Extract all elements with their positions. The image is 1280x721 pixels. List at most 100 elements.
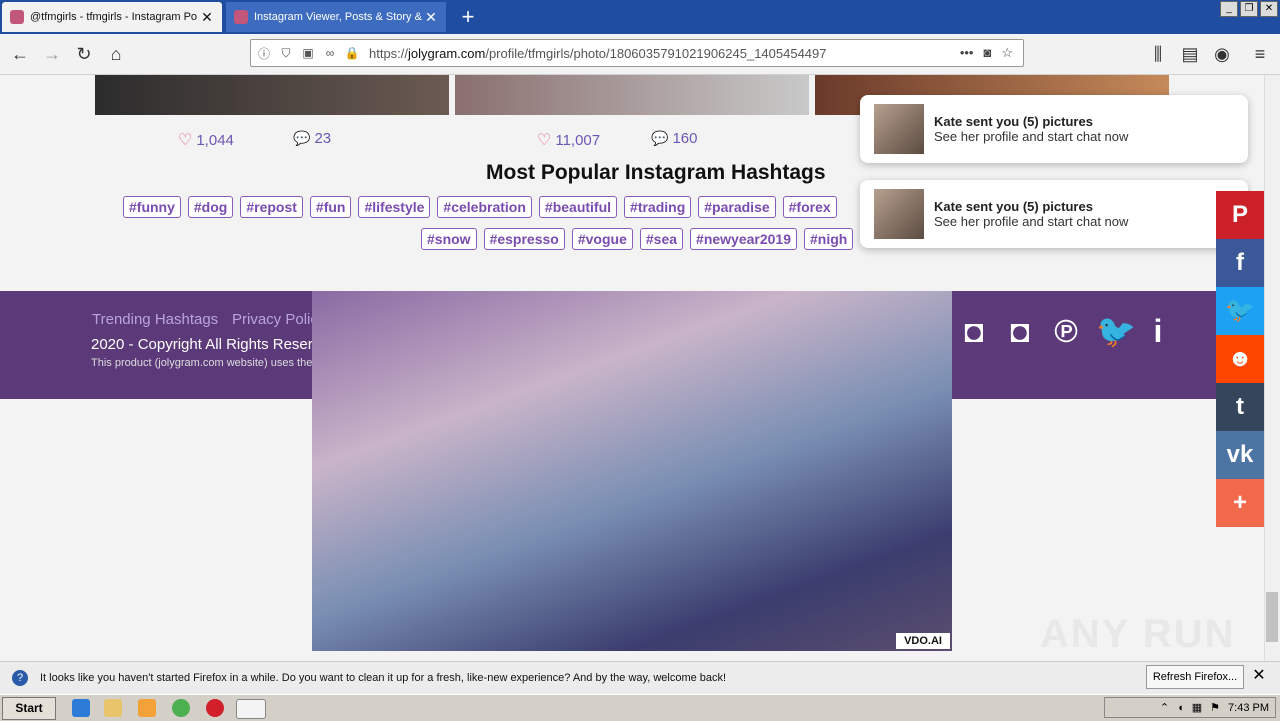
close-tab-icon[interactable]: ✕ bbox=[424, 9, 438, 26]
notification-title: Kate sent you (5) pictures bbox=[934, 114, 1093, 129]
post-thumbnail[interactable] bbox=[455, 75, 809, 115]
permissions-icon[interactable]: ▣ bbox=[299, 46, 317, 60]
instagram-favicon-icon bbox=[10, 10, 24, 24]
hashtag-link[interactable]: #funny bbox=[123, 196, 181, 218]
vk-icon: vk bbox=[1226, 441, 1254, 468]
link-icon[interactable]: ∞ bbox=[321, 46, 339, 60]
hashtag-link[interactable]: #lifestyle bbox=[358, 196, 431, 218]
system-tray: ⌃ ◖ ▦ ⚑ 7:43 PM bbox=[1104, 697, 1276, 718]
instagram-icon[interactable]: ◘ bbox=[958, 315, 990, 347]
close-window-icon[interactable]: ✕ bbox=[1260, 1, 1278, 17]
new-tab-button[interactable]: + bbox=[455, 4, 481, 30]
info-icon[interactable]: ⓘ bbox=[255, 45, 273, 62]
notification-message: It looks like you haven't started Firefo… bbox=[40, 672, 727, 684]
back-icon[interactable]: ← bbox=[8, 42, 32, 66]
scrollbar-thumb[interactable] bbox=[1266, 592, 1278, 642]
sidebar-icon[interactable]: ▤ bbox=[1178, 42, 1202, 66]
shield-icon[interactable]: ⛉ bbox=[277, 46, 295, 61]
folder-icon[interactable] bbox=[104, 699, 122, 717]
refresh-firefox-button[interactable]: Refresh Firefox... bbox=[1146, 665, 1244, 689]
hashtag-link[interactable]: #nigh bbox=[804, 228, 854, 250]
info-icon[interactable]: i bbox=[1142, 315, 1174, 347]
close-icon[interactable]: ✕ bbox=[1250, 665, 1268, 687]
hashtag-link[interactable]: #snow bbox=[421, 228, 477, 250]
hashtag-link[interactable]: #beautiful bbox=[538, 196, 618, 218]
hashtag-link[interactable]: #sea bbox=[639, 228, 684, 250]
tray-expand-icon[interactable]: ⌃ bbox=[1160, 701, 1169, 714]
chat-notification[interactable]: Kate sent you (5) pictures See her profi… bbox=[860, 180, 1248, 248]
hashtag-link[interactable]: #paradise bbox=[698, 196, 776, 218]
close-tab-icon[interactable]: ✕ bbox=[200, 9, 214, 26]
flag-icon[interactable]: ⚑ bbox=[1210, 701, 1220, 714]
share-facebook-button[interactable]: f bbox=[1216, 239, 1264, 287]
minimize-icon[interactable]: _ bbox=[1220, 1, 1238, 17]
hashtag-link[interactable]: #dog bbox=[187, 196, 234, 218]
url-domain: jolygram.com bbox=[408, 45, 486, 61]
video-ad[interactable]: VDO.AI bbox=[312, 291, 952, 651]
share-pinterest-button[interactable]: P bbox=[1216, 191, 1264, 239]
likes-count: 1,044 bbox=[196, 131, 234, 149]
notification-text: See her profile and start chat now bbox=[934, 214, 1129, 229]
chat-notification[interactable]: Kate sent you (5) pictures See her profi… bbox=[860, 95, 1248, 163]
tab-instagram-viewer[interactable]: Instagram Viewer, Posts & Story & ✕ bbox=[226, 2, 446, 32]
hashtag-link[interactable]: #trading bbox=[624, 196, 692, 218]
instagram-icon[interactable]: ◘ bbox=[1004, 315, 1036, 347]
chrome-icon[interactable] bbox=[172, 699, 190, 717]
pinterest-icon: P bbox=[1231, 201, 1248, 228]
network-icon[interactable]: ▦ bbox=[1192, 701, 1202, 714]
tab-tfmgirls[interactable]: @tfmgirls - tfmgirls - Instagram Po ✕ bbox=[2, 2, 222, 32]
instagram-favicon-icon bbox=[234, 10, 248, 24]
reload-icon[interactable]: ↻ bbox=[72, 42, 96, 66]
pinterest-icon[interactable]: ℗ bbox=[1050, 315, 1082, 347]
hashtags-title: Most Popular Instagram Hashtags bbox=[486, 161, 826, 184]
volume-icon[interactable]: ◖ bbox=[1177, 702, 1184, 714]
firefox-taskbar-icon[interactable] bbox=[236, 699, 266, 719]
url-text: https://jolygram.com/profile/tfmgirls/ph… bbox=[369, 46, 960, 61]
opera-icon[interactable] bbox=[206, 699, 224, 717]
pocket-icon[interactable]: ◙ bbox=[983, 45, 991, 61]
bookmark-star-icon[interactable]: ☆ bbox=[1001, 45, 1013, 61]
hashtag-link[interactable]: #newyear2019 bbox=[690, 228, 797, 250]
heart-icon: ♡ bbox=[537, 132, 552, 149]
tumblr-icon: t bbox=[1236, 393, 1244, 420]
share-tumblr-button[interactable]: t bbox=[1216, 383, 1264, 431]
hashtag-link[interactable]: #espresso bbox=[483, 228, 565, 250]
twitter-icon[interactable]: 🐦 bbox=[1096, 315, 1136, 347]
page-actions-icon[interactable]: ••• bbox=[960, 45, 974, 61]
hashtag-link[interactable]: #celebration bbox=[437, 196, 532, 218]
start-button[interactable]: Start bbox=[2, 697, 56, 720]
forward-icon[interactable]: → bbox=[40, 42, 64, 66]
comment-icon: 💬 bbox=[293, 130, 311, 146]
share-more-button[interactable]: + bbox=[1216, 479, 1264, 527]
comments-count: 160 bbox=[672, 130, 698, 147]
url-bar[interactable]: ⓘ ⛉ ▣ ∞ 🔒 https://jolygram.com/profile/t… bbox=[250, 39, 1024, 67]
post-thumbnail[interactable] bbox=[95, 75, 449, 115]
reddit-icon: ☻ bbox=[1227, 345, 1253, 372]
question-icon: ? bbox=[12, 670, 28, 686]
anyrun-watermark: ANY RUN bbox=[1040, 612, 1236, 656]
hashtag-link[interactable]: #forex bbox=[782, 196, 837, 218]
notification-text: See her profile and start chat now bbox=[934, 129, 1129, 144]
share-vk-button[interactable]: vk bbox=[1216, 431, 1264, 479]
windows-taskbar: Start ⌃ ◖ ▦ ⚑ 7:43 PM bbox=[0, 694, 1280, 721]
hashtag-link[interactable]: #fun bbox=[309, 196, 352, 218]
navigation-bar: ← → ↻ ⌂ ⓘ ⛉ ▣ ∞ 🔒 https://jolygram.com/p… bbox=[0, 34, 1280, 75]
copyright-text: 2020 - Copyright All Rights Reserv bbox=[91, 336, 321, 353]
tab-title: Instagram Viewer, Posts & Story & bbox=[254, 11, 422, 23]
ie-icon[interactable] bbox=[72, 699, 90, 717]
facebook-icon: f bbox=[1236, 249, 1244, 276]
library-icon[interactable]: ⫼ bbox=[1146, 42, 1170, 66]
menu-icon[interactable]: ≡ bbox=[1248, 42, 1272, 66]
share-twitter-button[interactable]: 🐦 bbox=[1216, 287, 1264, 335]
home-icon[interactable]: ⌂ bbox=[104, 42, 128, 66]
page-scrollbar[interactable] bbox=[1264, 75, 1280, 661]
footer-link-privacy[interactable]: Privacy Polic bbox=[232, 311, 318, 328]
share-reddit-button[interactable]: ☻ bbox=[1216, 335, 1264, 383]
hashtag-link[interactable]: #vogue bbox=[571, 228, 633, 250]
media-player-icon[interactable] bbox=[138, 699, 156, 717]
footer-link-trending[interactable]: Trending Hashtags bbox=[92, 311, 218, 328]
restore-icon[interactable]: ❐ bbox=[1240, 1, 1258, 17]
clock[interactable]: 7:43 PM bbox=[1228, 702, 1269, 714]
account-icon[interactable]: ◉ bbox=[1210, 42, 1234, 66]
hashtag-link[interactable]: #repost bbox=[240, 196, 303, 218]
